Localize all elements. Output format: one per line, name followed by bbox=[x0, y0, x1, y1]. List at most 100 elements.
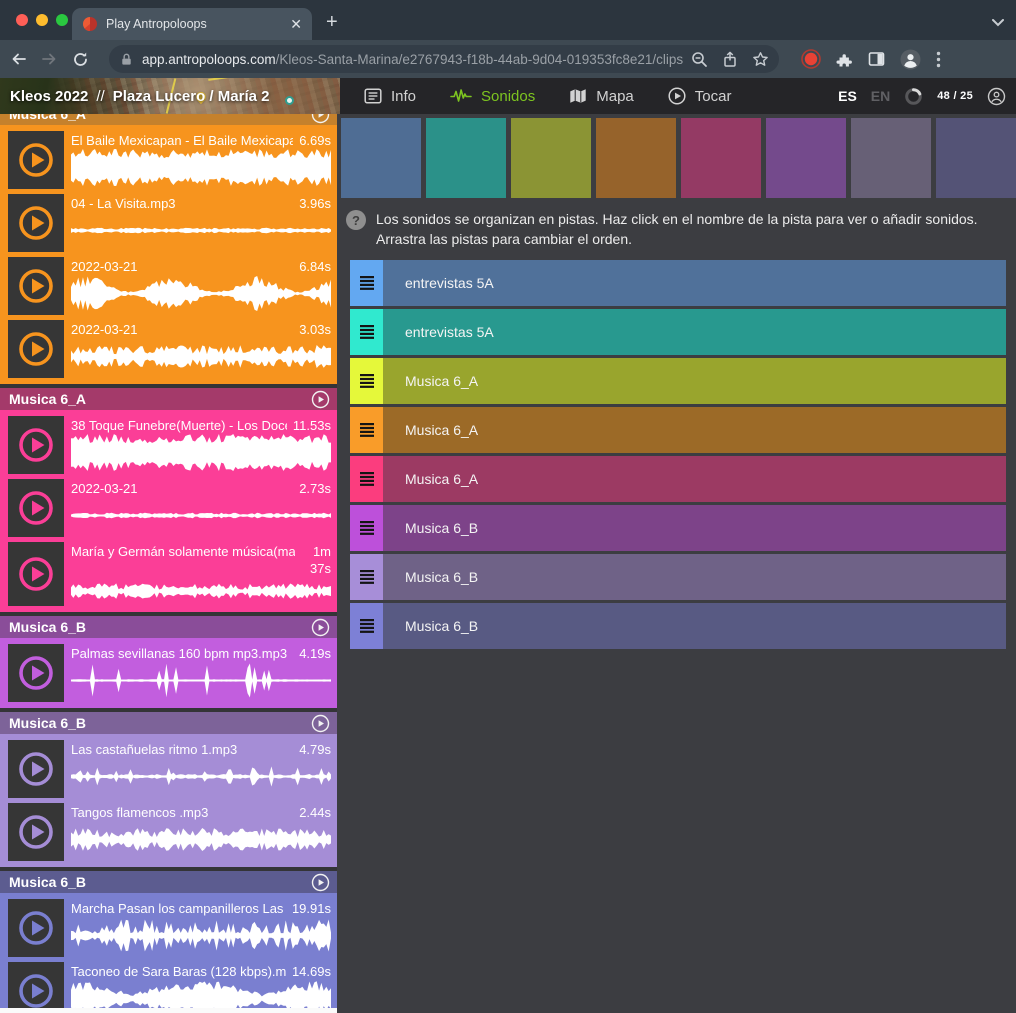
section-header[interactable]: Musica 6_A bbox=[0, 388, 337, 410]
track-name-button[interactable]: Musica 6_B bbox=[383, 554, 1006, 600]
window-zoom-button[interactable] bbox=[56, 14, 68, 26]
section-play-all-icon[interactable] bbox=[311, 873, 330, 892]
clip-play-button[interactable] bbox=[8, 962, 64, 1013]
section-title[interactable]: Musica 6_B bbox=[9, 874, 311, 890]
window-minimize-button[interactable] bbox=[36, 14, 48, 26]
track-swatch[interactable] bbox=[511, 118, 591, 198]
nav-item-sonidos[interactable]: Sonidos bbox=[450, 88, 535, 105]
session-map-thumbnail: Kleos 2022 // Plaza Lucero / María 2 bbox=[0, 78, 340, 114]
section-title[interactable]: Musica 6_B bbox=[9, 619, 311, 635]
clip-item[interactable]: Palmas sevillanas 160 bpm mp3.mp34.19s bbox=[8, 644, 334, 702]
track-drag-handle[interactable] bbox=[350, 603, 383, 649]
clip-play-button[interactable] bbox=[8, 416, 64, 474]
section-title[interactable]: Musica 6_B bbox=[9, 715, 311, 731]
nav-item-info[interactable]: Info bbox=[364, 88, 416, 105]
clip-play-button[interactable] bbox=[8, 320, 64, 378]
track-name-button[interactable]: Musica 6_A bbox=[383, 407, 1006, 453]
tab-close-icon[interactable]: ✕ bbox=[290, 17, 302, 31]
browser-tab[interactable]: Play Antropoloops ✕ bbox=[72, 8, 312, 40]
section-play-all-icon[interactable] bbox=[311, 390, 330, 409]
section-header[interactable]: Musica 6_B bbox=[0, 616, 337, 638]
extensions-puzzle-icon[interactable] bbox=[836, 51, 853, 68]
clip-item[interactable]: Las castañuelas ritmo 1.mp34.79s bbox=[8, 740, 334, 798]
track-drag-handle[interactable] bbox=[350, 260, 383, 306]
track-name-button[interactable]: Musica 6_B bbox=[383, 505, 1006, 551]
new-tab-button[interactable]: + bbox=[326, 12, 338, 32]
track-swatch[interactable] bbox=[766, 118, 846, 198]
clip-duration: 4.19s bbox=[299, 646, 331, 661]
track-name-button[interactable]: Musica 6_A bbox=[383, 358, 1006, 404]
side-panel-icon[interactable] bbox=[868, 51, 885, 67]
breadcrumb-project[interactable]: Kleos 2022 bbox=[10, 88, 88, 105]
track-swatch[interactable] bbox=[851, 118, 931, 198]
track-drag-handle[interactable] bbox=[350, 554, 383, 600]
reload-button[interactable] bbox=[72, 51, 89, 68]
clip-play-button[interactable] bbox=[8, 479, 64, 537]
zoom-out-icon[interactable] bbox=[691, 51, 708, 68]
track-drag-handle[interactable] bbox=[350, 456, 383, 502]
clip-play-button[interactable] bbox=[8, 194, 64, 252]
clip-play-button[interactable] bbox=[8, 257, 64, 315]
breadcrumb[interactable]: Kleos 2022 // Plaza Lucero / María 2 bbox=[10, 78, 269, 114]
clip-item[interactable]: 38 Toque Funebre(Muerte) - Los Doce Par.… bbox=[8, 416, 334, 474]
breadcrumb-page[interactable]: Plaza Lucero / María 2 bbox=[113, 88, 270, 105]
track-name-button[interactable]: Musica 6_B bbox=[383, 603, 1006, 649]
share-icon[interactable] bbox=[722, 51, 738, 68]
track-swatch[interactable] bbox=[596, 118, 676, 198]
track-name-button[interactable]: entrevistas 5A bbox=[383, 309, 1006, 355]
section-title[interactable]: Musica 6_A bbox=[9, 391, 311, 407]
track-name-button[interactable]: entrevistas 5A bbox=[383, 260, 1006, 306]
clip-item[interactable]: Marcha Pasan los campanilleros Las Mejor… bbox=[8, 899, 334, 957]
nav-item-mapa[interactable]: Mapa bbox=[569, 88, 634, 105]
nav-item-tocar[interactable]: Tocar bbox=[668, 87, 732, 105]
url-omnibox[interactable]: app.antropoloops.com/Kleos-Santa-Marina/… bbox=[109, 45, 779, 73]
track-name-button[interactable]: Musica 6_A bbox=[383, 456, 1006, 502]
clip-play-button[interactable] bbox=[8, 803, 64, 861]
clip-item[interactable]: Tangos flamencos .mp32.44s bbox=[8, 803, 334, 861]
track-drag-handle[interactable] bbox=[350, 407, 383, 453]
clip-item[interactable]: 2022-03-213.03s bbox=[8, 320, 334, 378]
track-swatch[interactable] bbox=[936, 118, 1016, 198]
clip-item[interactable]: Taconeo de Sara Baras (128 kbps).mp3 14.6… bbox=[8, 962, 334, 1013]
track-drag-handle[interactable] bbox=[350, 309, 383, 355]
section-title[interactable]: Musica 6_A bbox=[9, 114, 311, 122]
clip-play-button[interactable] bbox=[8, 131, 64, 189]
track-swatch[interactable] bbox=[681, 118, 761, 198]
clip-play-button[interactable] bbox=[8, 740, 64, 798]
section-header[interactable]: Musica 6_A bbox=[0, 114, 337, 125]
clip-item[interactable]: 2022-03-212.73s bbox=[8, 479, 334, 537]
clip-item[interactable]: 04 - La Visita.mp33.96s bbox=[8, 194, 334, 252]
clip-play-button[interactable] bbox=[8, 542, 64, 606]
section-play-all-icon[interactable] bbox=[311, 114, 330, 124]
clip-meta: Taconeo de Sara Baras (128 kbps).mp3 14.6… bbox=[71, 964, 331, 979]
clips-sidebar[interactable]: Musica 6_A El Baile Mexicapan - El Baile … bbox=[0, 114, 337, 1013]
back-button[interactable] bbox=[10, 51, 27, 67]
clip-item[interactable]: El Baile Mexicapan - El Baile Mexicapan.… bbox=[8, 131, 334, 189]
clip-play-button[interactable] bbox=[8, 899, 64, 957]
track-drag-handle[interactable] bbox=[350, 505, 383, 551]
track-swatch[interactable] bbox=[426, 118, 506, 198]
browser-avatar-icon[interactable] bbox=[900, 49, 921, 70]
language-es-button[interactable]: ES bbox=[838, 88, 857, 104]
window-controls bbox=[16, 14, 68, 26]
browser-menu-kebab-icon[interactable] bbox=[936, 51, 941, 68]
window-close-button[interactable] bbox=[16, 14, 28, 26]
bookmark-star-icon[interactable] bbox=[752, 51, 769, 68]
clip-name: Taconeo de Sara Baras (128 kbps).mp3 bbox=[71, 964, 286, 979]
track-swatch[interactable] bbox=[341, 118, 421, 198]
section-header[interactable]: Musica 6_B bbox=[0, 712, 337, 734]
section-play-all-icon[interactable] bbox=[311, 714, 330, 733]
section-header[interactable]: Musica 6_B bbox=[0, 871, 337, 893]
map-marker-icon bbox=[285, 96, 294, 105]
tab-search-chevron-icon[interactable] bbox=[992, 14, 1004, 32]
section-play-all-icon[interactable] bbox=[311, 618, 330, 637]
clip-duration: 14.69s bbox=[292, 964, 331, 979]
forward-button[interactable] bbox=[41, 51, 58, 67]
clip-play-button[interactable] bbox=[8, 644, 64, 702]
account-icon[interactable] bbox=[987, 87, 1006, 106]
recording-extension-icon[interactable] bbox=[801, 49, 821, 69]
clip-item[interactable]: María y Germán solamente música(maría 2.… bbox=[8, 542, 334, 606]
clip-item[interactable]: 2022-03-216.84s bbox=[8, 257, 334, 315]
track-drag-handle[interactable] bbox=[350, 358, 383, 404]
language-en-button[interactable]: EN bbox=[871, 88, 890, 104]
